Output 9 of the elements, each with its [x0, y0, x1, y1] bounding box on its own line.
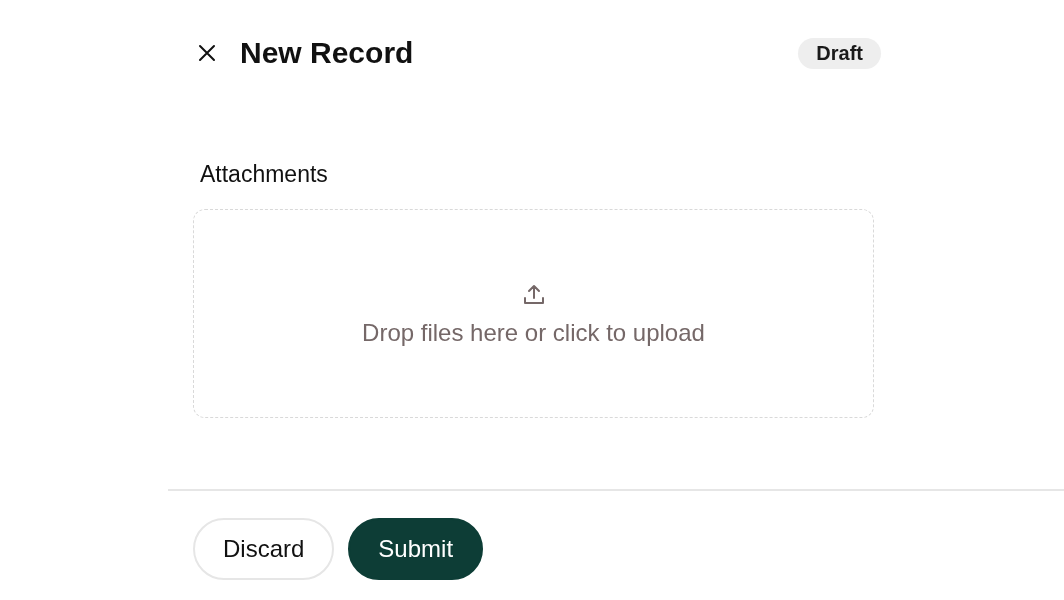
submit-button[interactable]: Submit [348, 518, 484, 580]
attachments-label: Attachments [200, 161, 328, 187]
discard-button[interactable]: Discard [193, 518, 335, 580]
close-icon [198, 44, 216, 62]
file-dropzone[interactable]: Drop files here or click to upload [193, 209, 874, 418]
upload-icon [521, 282, 546, 307]
record-title: New Record [240, 38, 414, 68]
dropzone-text: Drop files here or click to upload [362, 320, 705, 345]
status-badge: Draft [798, 37, 881, 69]
